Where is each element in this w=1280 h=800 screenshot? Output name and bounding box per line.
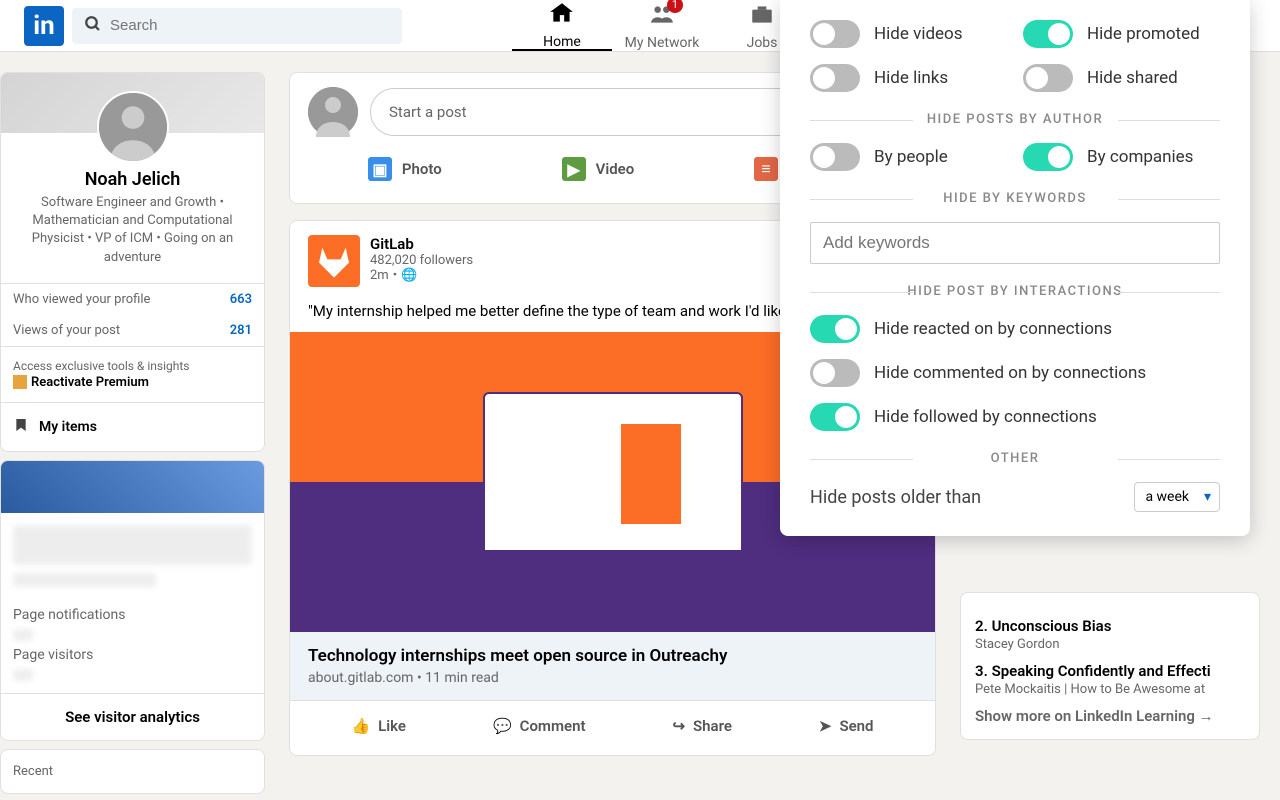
user-avatar-small[interactable] <box>308 87 358 137</box>
post-views-row[interactable]: Views of your post 281 <box>1 315 264 346</box>
photo-button[interactable]: ▣ Photo <box>356 149 454 189</box>
my-items-label: My items <box>39 419 97 435</box>
comment-button[interactable]: 💬Comment <box>485 707 594 745</box>
nav-label: My Network <box>625 35 700 51</box>
toggle-hide-promoted[interactable]: Hide promoted <box>1023 20 1220 48</box>
profile-banner <box>1 73 264 133</box>
left-sidebar: Noah Jelich Software Engineer and Growth… <box>0 72 265 794</box>
nav-label: Home <box>543 34 581 50</box>
nav-label: Jobs <box>747 35 778 51</box>
older-than-select[interactable]: a week <box>1134 482 1220 512</box>
send-icon: ➤ <box>819 717 832 735</box>
section-keywords-title: HIDE BY KEYWORDS <box>810 191 1220 206</box>
like-button[interactable]: 👍Like <box>343 707 414 745</box>
photo-icon: ▣ <box>368 157 392 181</box>
jobs-icon <box>749 1 775 33</box>
premium-cta-text: Reactivate Premium <box>31 375 149 390</box>
link-meta: about.gitlab.com • 11 min read <box>308 670 917 686</box>
stat-value: 281 <box>230 323 252 338</box>
learning-author: Stacey Gordon <box>975 637 1245 652</box>
profile-headline: Software Engineer and Growth • Mathemati… <box>13 194 252 267</box>
action-label: Photo <box>402 160 442 178</box>
like-icon: 👍 <box>351 717 370 735</box>
comment-icon: 💬 <box>493 717 512 735</box>
toggle-hide-links[interactable]: Hide links <box>810 64 1007 92</box>
video-icon: ▶ <box>562 157 586 181</box>
show-more-learning[interactable]: Show more on LinkedIn Learning → <box>975 707 1245 725</box>
profile-card: Noah Jelich Software Engineer and Growth… <box>0 72 265 452</box>
page-banner <box>1 461 264 513</box>
nav-home[interactable]: Home <box>512 0 612 51</box>
section-author-title: HIDE POSTS BY AUTHOR <box>810 112 1220 127</box>
post-followers: 482,020 followers <box>370 253 473 268</box>
stat-label: Who viewed your profile <box>13 292 150 307</box>
stat-value: 663 <box>230 292 252 307</box>
gitlab-logo[interactable] <box>308 235 360 287</box>
share-button[interactable]: ↪Share <box>664 707 740 745</box>
toggle-by-companies[interactable]: By companies <box>1023 143 1220 171</box>
visitor-analytics-link[interactable]: See visitor analytics <box>1 693 264 740</box>
premium-cta[interactable]: Access exclusive tools & insights Reacti… <box>1 347 264 403</box>
premium-icon <box>13 375 27 389</box>
document-icon: ≡ <box>754 157 778 181</box>
nav-network[interactable]: 1 My Network <box>612 0 712 51</box>
section-other-title: OTHER <box>810 451 1220 466</box>
blurred-content <box>13 629 33 641</box>
learning-card: 2. Unconscious Bias Stacey Gordon 3. Spe… <box>960 592 1260 740</box>
keywords-input[interactable] <box>810 222 1220 264</box>
notification-badge: 1 <box>667 0 683 13</box>
post-timestamp: 2m • 🌐 <box>370 268 473 283</box>
linkedin-logo[interactable]: in <box>24 6 64 46</box>
globe-icon: 🌐 <box>401 268 417 283</box>
bookmark-icon <box>13 417 29 437</box>
toggle-hide-videos[interactable]: Hide videos <box>810 20 1007 48</box>
blurred-content <box>13 525 252 565</box>
older-than-label: Hide posts older than <box>810 487 981 508</box>
search-input[interactable] <box>110 17 390 34</box>
video-button[interactable]: ▶ Video <box>550 149 647 189</box>
my-items-link[interactable]: My items <box>1 403 264 451</box>
blurred-content <box>13 573 156 587</box>
section-interactions-title: HIDE POST BY INTERACTIONS <box>810 284 1220 299</box>
learning-item[interactable]: 3. Speaking Confidently and Effecti Pete… <box>975 662 1245 697</box>
profile-views-row[interactable]: Who viewed your profile 663 <box>1 284 264 315</box>
premium-label: Access exclusive tools & insights <box>13 359 252 373</box>
page-card: Page notifications Page visitors See vis… <box>0 460 265 741</box>
blurred-content <box>13 669 33 681</box>
toggle-by-people[interactable]: By people <box>810 143 1007 171</box>
page-visitors[interactable]: Page visitors <box>13 647 252 663</box>
network-icon: 1 <box>649 1 675 33</box>
send-button[interactable]: ➤Send <box>811 707 882 745</box>
link-title: Technology internships meet open source … <box>308 646 917 666</box>
nav-items: Home 1 My Network Jobs <box>512 0 812 51</box>
search-icon <box>84 15 102 37</box>
search-box[interactable] <box>72 8 402 44</box>
recent-card[interactable]: Recent <box>0 749 265 794</box>
home-icon <box>549 0 575 32</box>
profile-name[interactable]: Noah Jelich <box>13 169 252 190</box>
stat-label: Views of your post <box>13 323 120 338</box>
learning-author: Pete Mockaitis | How to Be Awesome at <box>975 682 1245 697</box>
filter-panel: Hide videos Hide promoted Hide links Hid… <box>780 0 1250 536</box>
profile-avatar[interactable] <box>97 91 169 163</box>
toggle-hide-followed[interactable]: Hide followed by connections <box>810 403 1220 431</box>
learning-item[interactable]: 2. Unconscious Bias Stacey Gordon <box>975 617 1245 652</box>
post-author[interactable]: GitLab <box>370 235 473 253</box>
toggle-hide-commented[interactable]: Hide commented on by connections <box>810 359 1220 387</box>
post-link-card[interactable]: Technology internships meet open source … <box>290 632 935 700</box>
toggle-hide-shared[interactable]: Hide shared <box>1023 64 1220 92</box>
share-icon: ↪ <box>672 717 685 735</box>
toggle-hide-reacted[interactable]: Hide reacted on by connections <box>810 315 1220 343</box>
action-label: Video <box>596 160 635 178</box>
page-notifications[interactable]: Page notifications <box>13 607 252 623</box>
